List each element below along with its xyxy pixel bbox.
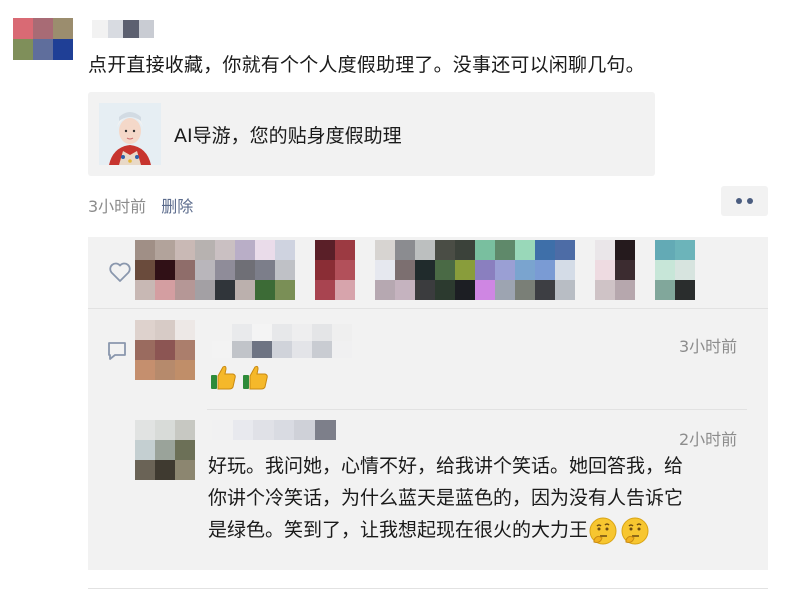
liker-avatar[interactable] [315, 240, 355, 300]
delete-button[interactable]: 删除 [161, 197, 193, 216]
commenter-name[interactable] [212, 324, 356, 358]
comment-time: 2小时前 [679, 430, 738, 449]
liker-avatar[interactable] [375, 240, 435, 300]
divider [88, 588, 768, 589]
liker-avatar[interactable] [495, 240, 575, 300]
comment-line: 好玩。我问她，心情不好，给我讲个笑话。她回答我，给 [208, 455, 684, 477]
comment-line: 你讲个冷笑话，为什么蓝天是蓝色的，因为没有人告诉它 [208, 487, 684, 509]
post-meta: 3小时前 删除 [88, 193, 193, 217]
post-text: 点开直接收藏，你就有个个人度假助理了。没事还可以闲聊几句。 [88, 54, 645, 76]
post-time: 3小时前 [88, 197, 147, 216]
thumbs-up-icon [211, 365, 236, 390]
link-title: AI导游，您的贴身度假助理 [174, 125, 402, 147]
author-avatar[interactable] [13, 18, 73, 60]
commenter-name[interactable] [212, 420, 336, 440]
link-thumbnail [99, 103, 161, 165]
thinking-face-icon [589, 517, 617, 544]
comment-time: 3小时前 [679, 337, 738, 356]
more-dots-icon [736, 198, 742, 204]
liker-avatar[interactable] [135, 240, 195, 300]
author-name[interactable] [92, 20, 154, 38]
commenter-avatar[interactable] [135, 320, 195, 380]
commenter-avatar[interactable] [135, 420, 195, 480]
comment-body [208, 362, 270, 392]
liker-avatar[interactable] [595, 240, 635, 300]
liker-avatar[interactable] [655, 240, 695, 300]
liker-avatar[interactable] [195, 240, 255, 300]
thinking-face-icon [621, 517, 649, 544]
divider [88, 308, 768, 309]
heart-icon [109, 262, 131, 282]
comment-line-last: 是绿色。笑到了，让我想起现在很火的大力王 [208, 514, 683, 546]
liker-avatar[interactable] [435, 240, 495, 300]
thumbs-up-icon [243, 365, 268, 390]
comment-icon [108, 342, 126, 360]
link-card[interactable]: AI导游，您的贴身度假助理 [88, 92, 655, 176]
divider [207, 409, 747, 410]
comment-body: 好玩。我问她，心情不好，给我讲个笑话。她回答我，给 你讲个冷笑话，为什么蓝天是蓝… [208, 450, 683, 546]
liker-avatar[interactable] [255, 240, 295, 300]
more-button[interactable] [721, 186, 768, 216]
